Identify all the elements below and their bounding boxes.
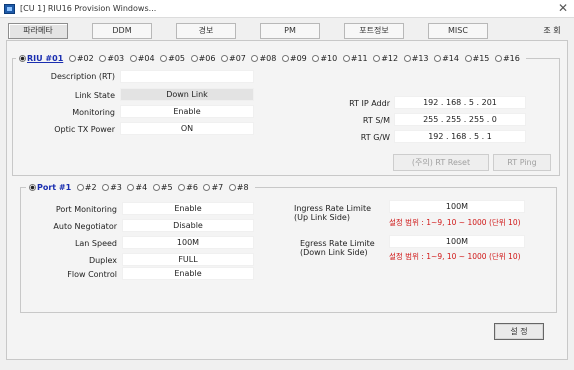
riu-option-13[interactable]: #13: [403, 54, 432, 63]
riu-option-16[interactable]: #16: [494, 54, 523, 63]
tab-misc[interactable]: MISC: [428, 23, 488, 39]
riu-option-14[interactable]: #14: [434, 54, 462, 63]
riu-option-12[interactable]: #12: [373, 54, 401, 63]
tab-pm[interactable]: PM: [260, 23, 320, 39]
tab-parameter[interactable]: 파라메타: [8, 23, 68, 39]
auto-negotiator-select[interactable]: Disable: [122, 219, 254, 232]
duplex-select[interactable]: FULL: [122, 253, 254, 266]
port-selector: Port #1 #2 #3 #4 #5 #6 #7 #8: [26, 182, 255, 193]
flow-control-select[interactable]: Enable: [122, 267, 254, 280]
riu-option-5[interactable]: #05: [160, 54, 188, 63]
rt-sm-field[interactable]: 255 . 255 . 255 . 0: [394, 113, 526, 126]
monitoring-select[interactable]: Enable: [120, 105, 254, 118]
description-field[interactable]: [120, 70, 254, 83]
close-icon[interactable]: ✕: [558, 1, 568, 15]
rt-gw-label: RT G/W: [360, 133, 390, 142]
app-icon: [4, 4, 15, 14]
tab-bar: 파라메타 DDM 경보 PM 포트정보 MISC: [8, 23, 566, 39]
riu-selector: RIU #01 #02 #03 #04 #05 #06 #07 #08 #09 …: [16, 53, 526, 64]
port-option-2[interactable]: #2: [76, 183, 100, 192]
auto-negotiator-label: Auto Negotiator: [53, 222, 117, 231]
link-state-value: Down Link: [120, 88, 254, 101]
port-option-6[interactable]: #6: [178, 183, 201, 192]
port-option-3[interactable]: #3: [102, 183, 125, 192]
port-option-8[interactable]: #8: [228, 183, 252, 192]
port-monitoring-select[interactable]: Enable: [122, 202, 254, 215]
title-bar: [CU 1] RIU16 Provision Windows... ✕: [0, 0, 574, 18]
rt-ping-button[interactable]: RT Ping: [493, 154, 551, 171]
search-button[interactable]: 조 회: [538, 23, 566, 39]
optic-tx-select[interactable]: ON: [120, 122, 254, 135]
port-option-1[interactable]: Port #1: [29, 183, 74, 192]
port-option-7[interactable]: #7: [203, 183, 226, 192]
tab-alarm[interactable]: 경보: [176, 23, 236, 39]
flow-control-label: Flow Control: [67, 270, 117, 279]
rt-ip-label: RT IP Addr: [349, 99, 390, 108]
port-monitoring-label: Port Monitoring: [55, 205, 117, 214]
riu-option-7[interactable]: #07: [221, 54, 249, 63]
ingress-label: Ingress Rate Limite (Up Link Side): [294, 204, 372, 222]
riu-option-2[interactable]: #02: [68, 54, 97, 63]
riu-option-15[interactable]: #15: [464, 54, 493, 63]
rt-ip-field[interactable]: 192 . 168 . 5 . 201: [394, 96, 526, 109]
lan-speed-select[interactable]: 100M: [122, 236, 254, 249]
riu-option-11[interactable]: #11: [342, 54, 371, 63]
port-option-4[interactable]: #4: [127, 183, 150, 192]
description-label: Description (RT): [50, 72, 115, 81]
ingress-range-note: 설정 범위 : 1~9, 10 ~ 1000 (단위 10): [389, 218, 521, 227]
riu-option-4[interactable]: #04: [129, 54, 158, 63]
riu-option-6[interactable]: #06: [190, 54, 219, 63]
window-title: [CU 1] RIU16 Provision Windows...: [20, 4, 157, 13]
rt-gw-field[interactable]: 192 . 168 . 5 . 1: [394, 130, 526, 143]
monitoring-label: Monitoring: [72, 108, 115, 117]
riu-option-10[interactable]: #10: [312, 54, 340, 63]
riu-option-8[interactable]: #08: [251, 54, 279, 63]
egress-label: Egress Rate Limite (Down Link Side): [300, 239, 375, 257]
riu-option-1[interactable]: RIU #01: [19, 54, 66, 63]
tab-port-info[interactable]: 포트정보: [344, 23, 404, 39]
egress-field[interactable]: 100M: [389, 235, 525, 248]
apply-button[interactable]: 설 정: [494, 323, 544, 340]
optic-tx-label: Optic TX Power: [54, 125, 115, 134]
tab-ddm[interactable]: DDM: [92, 23, 152, 39]
rt-sm-label: RT S/M: [362, 116, 390, 125]
riu-option-3[interactable]: #03: [99, 54, 127, 63]
link-state-label: Link State: [74, 91, 115, 100]
duplex-label: Duplex: [88, 256, 117, 265]
rt-reset-button[interactable]: (주의) RT Reset: [393, 154, 489, 171]
riu-option-9[interactable]: #09: [281, 54, 310, 63]
ingress-field[interactable]: 100M: [389, 200, 525, 213]
port-option-5[interactable]: #5: [152, 183, 176, 192]
egress-range-note: 설정 범위 : 1~9, 10 ~ 1000 (단위 10): [389, 252, 521, 261]
lan-speed-label: Lan Speed: [74, 239, 117, 248]
